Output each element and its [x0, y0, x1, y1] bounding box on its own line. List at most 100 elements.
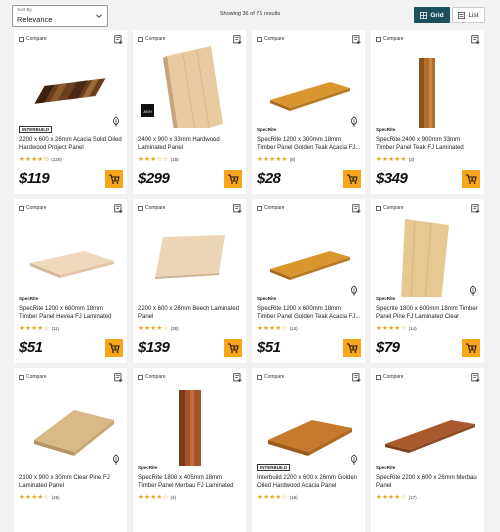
- checkbox-icon: [257, 374, 262, 380]
- product-price: $79: [376, 339, 400, 356]
- product-card[interactable]: Compare SpecRite SpecRite 2400 x 900mm 33m…: [371, 30, 484, 194]
- add-to-cart-button[interactable]: [224, 170, 242, 188]
- add-to-cart-button[interactable]: [343, 170, 361, 188]
- checkbox-icon: [19, 205, 24, 211]
- star-icon: ★★★☆☆: [138, 156, 169, 163]
- star-icon: ★★★★★: [376, 156, 407, 163]
- rating-stars: ★★★★☆ (11): [19, 324, 59, 332]
- product-grid: Compare INTERBUILD 2200 x 600 x 26mm Acaci…: [14, 30, 486, 532]
- rating-stars: ★★★★☆ (26): [19, 493, 60, 501]
- cart-icon: [466, 174, 477, 184]
- product-card[interactable]: Compare ASH 2400 x 900 x 33mm Hardwood Lam…: [133, 30, 246, 194]
- brand-logo: SpecRite: [376, 127, 396, 132]
- product-title[interactable]: 2400 x 900 x 33mm Hardwood Laminated Pan…: [138, 136, 242, 152]
- product-card[interactable]: Compare SpecRite SpecRite 2200 x 600 x 26m…: [371, 368, 484, 532]
- checkbox-icon: [138, 36, 143, 42]
- product-card[interactable]: Compare 2100 x 900 x 30mm Clear Pine FJ L…: [14, 368, 127, 532]
- product-title[interactable]: SpecRite 1200 x 600mm 18mm Timber Panel …: [19, 305, 123, 321]
- cart-icon: [347, 343, 358, 353]
- star-icon: ★★★★☆: [257, 325, 288, 332]
- product-price: $51: [19, 339, 43, 356]
- add-to-cart-button[interactable]: [105, 170, 123, 188]
- cart-icon: [109, 174, 120, 184]
- review-count: (11): [51, 326, 60, 331]
- product-card[interactable]: Compare SpecRite SpecRite 1800 x 405mm 18m…: [133, 368, 246, 532]
- product-card[interactable]: Compare 2200 x 600 x 26mm Beech Laminated…: [133, 199, 246, 363]
- rating-stars: ★★★★☆ (14): [257, 324, 298, 332]
- add-to-cart-button[interactable]: [105, 339, 123, 357]
- checkbox-icon: [19, 36, 24, 42]
- add-to-cart-button[interactable]: [224, 339, 242, 357]
- rating-stars: ★★★★☆ (17): [376, 493, 417, 501]
- product-price: $51: [257, 339, 281, 356]
- checkbox-icon: [376, 36, 381, 42]
- product-title[interactable]: 2100 x 900 x 30mm Clear Pine FJ Laminate…: [19, 474, 123, 490]
- rating-stars: ★★★★½ (125): [19, 155, 62, 163]
- product-title[interactable]: SpecRite 1200 x 600mm 18mm Timber Panel …: [257, 305, 361, 321]
- product-price: $349: [376, 170, 408, 187]
- review-count: (38): [170, 326, 179, 331]
- product-title[interactable]: 2200 x 600 x 26mm Beech Laminated Panel: [138, 305, 242, 321]
- rating-stars: ★★★★☆ (14): [376, 324, 417, 332]
- checkbox-icon: [138, 205, 143, 211]
- list-icon: [458, 11, 466, 19]
- review-count: (17): [408, 495, 417, 500]
- star-icon: ★★★★☆: [257, 494, 288, 501]
- eco-leaf-icon: [350, 116, 358, 127]
- review-count: (26): [51, 495, 60, 500]
- checkbox-icon: [257, 36, 262, 42]
- list-label: List: [468, 11, 479, 19]
- list-view-button[interactable]: List: [452, 7, 485, 23]
- product-image[interactable]: [14, 211, 127, 297]
- star-icon: ★★★★☆: [376, 325, 407, 332]
- svg-text:ASH: ASH: [143, 109, 151, 114]
- eco-leaf-icon: [469, 285, 477, 296]
- product-price: $299: [138, 170, 170, 187]
- product-card[interactable]: Compare SpecRite Specrite 1800 x 600mm 18m…: [371, 199, 484, 363]
- star-icon: ★★★★☆: [138, 325, 169, 332]
- rating-stars: ★★★☆☆ (18): [138, 155, 179, 163]
- review-count: (8): [289, 157, 296, 162]
- grid-view-button[interactable]: Grid: [414, 7, 450, 23]
- star-icon: ★★★★☆: [376, 494, 407, 501]
- add-to-cart-button[interactable]: [462, 170, 480, 188]
- product-image[interactable]: [371, 380, 484, 466]
- brand-logo: SpecRite: [257, 127, 277, 132]
- product-title[interactable]: SpecRite 1200 x 300mm 18mm Timber Panel …: [257, 136, 361, 152]
- product-image[interactable]: [371, 42, 484, 128]
- eco-leaf-icon: [350, 285, 358, 296]
- product-title[interactable]: SpecRite 1800 x 405mm 18mm Timber Panel …: [138, 474, 242, 490]
- checkbox-icon: [376, 374, 381, 380]
- product-card[interactable]: Compare SpecRite SpecRite 1200 x 300mm 18m…: [252, 30, 365, 194]
- eco-leaf-icon: [112, 454, 120, 465]
- product-title[interactable]: Specrite 1800 x 600mm 18mm Timber Panel …: [376, 305, 480, 321]
- product-image[interactable]: ASH: [133, 42, 246, 128]
- product-price: $139: [138, 339, 170, 356]
- product-title[interactable]: SpecRite 2200 x 600 x 26mm Merbau Panel: [376, 474, 480, 490]
- brand-logo: SpecRite: [376, 465, 396, 470]
- grid-icon: [420, 11, 428, 19]
- checkbox-icon: [376, 205, 381, 211]
- toolbar: Sort By Relevance Showing 36 of 71 resul…: [0, 0, 500, 30]
- eco-leaf-icon: [350, 454, 358, 465]
- product-card[interactable]: Compare SpecRite SpecRite 1200 x 600mm 18m…: [14, 199, 127, 363]
- rating-stars: ★★★★☆ (4): [138, 493, 176, 501]
- review-count: (14): [289, 326, 298, 331]
- product-title[interactable]: SpecRite 2400 x 900mm 33mm Timber Panel …: [376, 136, 480, 152]
- product-card[interactable]: Compare INTERBUILD 2200 x 600 x 26mm Acaci…: [14, 30, 127, 194]
- rating-stars: ★★★★★ (8): [257, 155, 295, 163]
- review-count: (3): [408, 157, 415, 162]
- product-title[interactable]: Interbuild 2200 x 600 x 26mm Golden Oile…: [257, 474, 361, 490]
- product-title[interactable]: 2200 x 600 x 26mm Acacia Solid Oiled Har…: [19, 136, 123, 152]
- product-image[interactable]: [133, 380, 246, 466]
- product-card[interactable]: Compare INTERBUILD Interbuild 2200 x 600 x…: [252, 368, 365, 532]
- rating-stars: ★★★★★ (3): [376, 155, 414, 163]
- product-image[interactable]: [133, 211, 246, 297]
- add-to-cart-button[interactable]: [343, 339, 361, 357]
- product-price: $119: [19, 170, 50, 187]
- add-to-cart-button[interactable]: [462, 339, 480, 357]
- cart-icon: [228, 174, 239, 184]
- product-card[interactable]: Compare SpecRite SpecRite 1200 x 600mm 18m…: [252, 199, 365, 363]
- checkbox-icon: [138, 374, 143, 380]
- cart-icon: [347, 174, 358, 184]
